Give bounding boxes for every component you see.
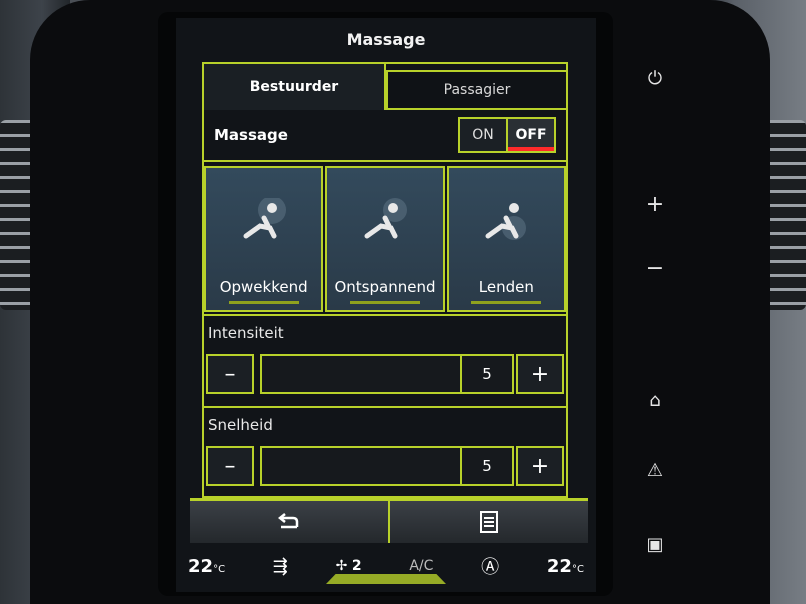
driver-temperature[interactable]: 22°C bbox=[188, 556, 225, 577]
mode-label: Lenden bbox=[478, 278, 534, 296]
mode-indicator bbox=[471, 301, 542, 304]
fan-speed[interactable]: ✢ 2 bbox=[336, 558, 362, 574]
speed-increase-button[interactable]: + bbox=[516, 446, 564, 486]
mode-label: Ontspannend bbox=[334, 278, 436, 296]
mode-opwekkend[interactable]: Opwekkend bbox=[204, 166, 324, 312]
seat-massage-icon bbox=[243, 198, 286, 239]
tab-bestuurder[interactable]: Bestuurder bbox=[202, 62, 386, 110]
speed-label: Snelheid bbox=[208, 416, 273, 434]
hazard-icon[interactable]: ⚠ bbox=[630, 460, 680, 481]
screen-icon[interactable]: ▣ bbox=[630, 534, 680, 555]
off-button[interactable]: OFF bbox=[508, 119, 554, 151]
home-icon[interactable]: ⌂ bbox=[630, 390, 680, 411]
intensity-label: Intensiteit bbox=[208, 324, 284, 342]
plus-icon[interactable]: + bbox=[630, 192, 680, 217]
intensity-value: 5 bbox=[460, 356, 512, 392]
seat-massage-icon bbox=[364, 198, 407, 239]
speed-value: 5 bbox=[460, 448, 512, 484]
bottom-bar bbox=[190, 498, 588, 543]
massage-modes: Opwekkend Ontspannend Lenden bbox=[204, 166, 566, 312]
mode-indicator bbox=[349, 301, 420, 304]
intensity-control: Intensiteit – 5 + bbox=[204, 314, 566, 404]
speed-decrease-button[interactable]: – bbox=[206, 446, 254, 486]
climate-drawer-handle[interactable] bbox=[326, 574, 446, 584]
speed-control: Snelheid – 5 + bbox=[204, 406, 566, 496]
touchscreen: Massage Bestuurder Passagier Massage ON … bbox=[176, 18, 596, 592]
intensity-increase-button[interactable]: + bbox=[516, 354, 564, 394]
mode-ontspannend[interactable]: Ontspannend bbox=[325, 166, 445, 312]
on-button[interactable]: ON bbox=[460, 119, 508, 151]
mode-indicator bbox=[228, 301, 299, 304]
auto-climate-icon[interactable]: Ⓐ bbox=[481, 553, 499, 579]
back-button[interactable] bbox=[190, 501, 390, 543]
mode-lenden[interactable]: Lenden bbox=[446, 166, 566, 312]
passenger-temperature[interactable]: 22°C bbox=[547, 556, 584, 577]
minus-icon[interactable]: − bbox=[630, 256, 680, 281]
page-title: Massage bbox=[346, 30, 426, 49]
massage-toggle-row: Massage ON OFF bbox=[204, 110, 566, 162]
intensity-decrease-button[interactable]: – bbox=[206, 354, 254, 394]
massage-toggle[interactable]: ON OFF bbox=[458, 117, 556, 153]
ac-button[interactable]: A/C bbox=[409, 558, 433, 574]
back-arrow-icon bbox=[277, 513, 299, 529]
speed-slider[interactable]: 5 bbox=[260, 446, 514, 486]
mode-label: Opwekkend bbox=[219, 278, 308, 296]
menu-button[interactable] bbox=[390, 501, 588, 543]
tab-label: Passagier bbox=[443, 82, 511, 98]
intensity-slider[interactable]: 5 bbox=[260, 354, 514, 394]
power-icon[interactable]: ⏻ bbox=[630, 68, 680, 89]
seat-massage-icon bbox=[485, 203, 527, 240]
tab-label: Bestuurder bbox=[249, 79, 339, 95]
tab-passagier[interactable]: Passagier bbox=[386, 70, 568, 110]
air-distribution-icon[interactable]: ⇶ bbox=[273, 556, 288, 577]
list-icon bbox=[480, 511, 498, 533]
massage-label: Massage bbox=[214, 126, 288, 144]
fan-icon: ✢ bbox=[335, 558, 348, 574]
